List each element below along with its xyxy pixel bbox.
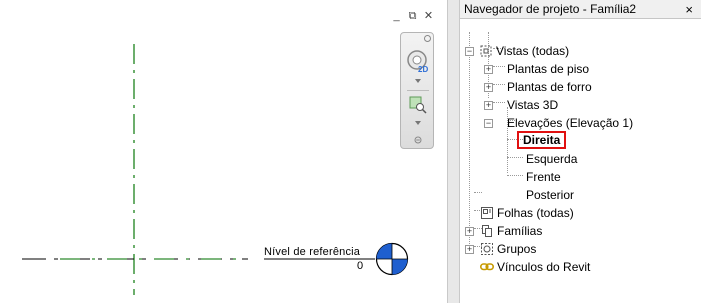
- tree-item-families[interactable]: Famílias: [480, 222, 542, 240]
- navigation-bar: 2D: [400, 32, 434, 149]
- tree-item-elevation-esquerda[interactable]: Esquerda: [526, 150, 577, 168]
- tree-item-label: Famílias: [497, 224, 543, 238]
- navbar-options-icon[interactable]: [401, 135, 435, 145]
- tree-item-label: Posterior: [526, 188, 575, 202]
- tree-item-elevation-posterior[interactable]: Posterior: [526, 186, 574, 204]
- tree-item-label-selected: Direita: [517, 131, 567, 149]
- collapse-toggle-icon[interactable]: −: [484, 119, 493, 128]
- svg-text:2D: 2D: [418, 65, 428, 74]
- tree-item-sheets[interactable]: Folhas (todas): [480, 204, 574, 222]
- project-browser-header: Navegador de projeto - Família2 ×: [460, 0, 701, 19]
- level-name-label[interactable]: Nível de referência: [264, 246, 360, 258]
- expand-toggle-icon[interactable]: +: [465, 227, 474, 236]
- views-icon: [480, 45, 492, 57]
- panel-splitter[interactable]: [447, 0, 460, 303]
- reference-lines: [22, 44, 409, 295]
- link-icon: [480, 263, 494, 271]
- tree-item-views[interactable]: Vistas (todas): [479, 42, 569, 60]
- drawing-canvas[interactable]: _ ⧉ ✕ Nível de referência 0 2D: [0, 0, 447, 303]
- elevation-marker-icon[interactable]: [375, 242, 409, 276]
- tree-item-elevation-frente[interactable]: Frente: [526, 168, 561, 186]
- expand-toggle-icon[interactable]: +: [484, 83, 493, 92]
- zoom-icon: [409, 96, 427, 114]
- chevron-down-icon[interactable]: [401, 77, 435, 85]
- tree-item-label: Plantas de piso: [507, 62, 590, 76]
- tree-item-label: Grupos: [497, 242, 537, 256]
- groups-icon: [481, 243, 493, 255]
- level-elevation-value[interactable]: 0: [357, 260, 363, 272]
- project-browser: Navegador de projeto - Família2 × − Vist…: [460, 0, 701, 303]
- tree-item-3d-views[interactable]: Vistas 3D: [507, 96, 558, 114]
- sheets-icon: [481, 207, 493, 219]
- tree-item-label: Elevações (Elevação 1): [507, 116, 634, 130]
- tree-item-label: Vistas 3D: [507, 98, 559, 112]
- expand-toggle-icon[interactable]: +: [465, 245, 474, 254]
- tree-item-label: Esquerda: [526, 152, 578, 166]
- tree-item-revit-links[interactable]: Vínculos do Revit: [480, 258, 590, 276]
- close-icon[interactable]: ×: [683, 2, 695, 17]
- expand-toggle-icon[interactable]: +: [484, 65, 493, 74]
- project-browser-title: Navegador de projeto - Família2: [464, 2, 637, 16]
- tree-item-elevation-direita[interactable]: Direita: [517, 131, 567, 149]
- steering-wheel-icon: 2D: [407, 50, 428, 74]
- chevron-down-icon[interactable]: [401, 119, 435, 127]
- expand-toggle-icon[interactable]: +: [484, 101, 493, 110]
- tree-item-label: Plantas de forro: [507, 80, 592, 94]
- tree-item-label: Vistas (todas): [496, 44, 570, 58]
- zoom-button[interactable]: [401, 95, 435, 115]
- tree-item-ceiling-plans[interactable]: Plantas de forro: [507, 78, 592, 96]
- tree-item-elevations[interactable]: Elevações (Elevação 1): [507, 114, 633, 132]
- navbar-close-icon[interactable]: [401, 33, 435, 43]
- tree-item-groups[interactable]: Grupos: [480, 240, 536, 258]
- families-icon: [482, 225, 492, 237]
- steering-wheel-button[interactable]: 2D: [401, 47, 435, 75]
- collapse-toggle-icon[interactable]: −: [465, 47, 474, 56]
- tree-item-label: Folhas (todas): [497, 206, 574, 220]
- tree-item-label: Frente: [526, 170, 561, 184]
- tree-item-label: Vínculos do Revit: [497, 260, 591, 274]
- tree-item-floor-plans[interactable]: Plantas de piso: [507, 60, 589, 78]
